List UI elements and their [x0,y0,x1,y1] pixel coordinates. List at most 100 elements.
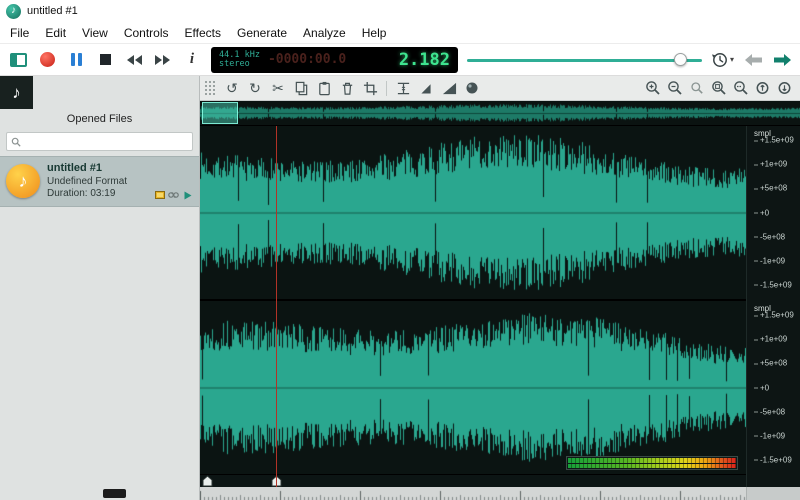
pause-button[interactable] [66,50,86,70]
toolbar-separator [386,80,387,96]
channel-1-waveform[interactable] [200,126,746,299]
menu-view[interactable]: View [74,23,116,43]
file-meta: untitled #1 Undefined Format Duration: 0… [47,162,147,201]
playback-cursor[interactable] [276,126,277,487]
zoom-all-button[interactable] [709,78,729,98]
zoom-toolbar-group [643,78,795,98]
level-meter [566,456,738,470]
record-button[interactable] [37,50,57,70]
menu-analyze[interactable]: Analyze [295,23,354,43]
record-icon [39,52,55,67]
file-search-box[interactable] [6,132,193,151]
overview-waveform[interactable] [200,101,800,125]
sidebar-panel-icon [9,52,27,67]
menu-effects[interactable]: Effects [177,23,229,43]
volume-knob[interactable] [673,52,687,66]
nav-back-button[interactable] [743,50,763,70]
main-area: ♪ Opened Files ♪ untitled #1 Undefined F… [0,76,800,500]
file-list-item-selected[interactable]: ♪ untitled #1 Undefined Format Duration:… [0,156,199,207]
file-search-input[interactable] [25,136,188,147]
normalize-icon [442,82,456,94]
lcd-time-dim: -0000:00.0 [267,52,347,67]
files-panel-icon[interactable]: ♪ [0,76,33,109]
scale-tick-label: -1.5e+09 [754,455,792,464]
trim-icon [397,82,409,94]
menu-file[interactable]: File [2,23,37,43]
scale-tick-label: -1e+09 [754,256,785,265]
fast-forward-icon [155,54,170,65]
menu-generate[interactable]: Generate [229,23,295,43]
zoom-selection-icon [734,81,748,95]
zoom-in-button[interactable] [643,78,663,98]
fade-icon: ◢ [421,81,431,95]
cut-button[interactable]: ✂ [268,78,288,98]
fast-forward-button[interactable] [153,50,173,70]
undo-icon: ↺ [226,80,238,96]
zoom-normal-button[interactable] [687,78,707,98]
scale-tick-label: +0 [754,208,769,217]
toolbar-grip-handle[interactable] [205,81,215,95]
zoom-vertical-out-button[interactable] [775,78,795,98]
opened-files-panel: ♪ Opened Files ♪ untitled #1 Undefined F… [0,76,200,500]
menu-controls[interactable]: Controls [116,23,177,43]
undo-button[interactable]: ↺ [222,78,242,98]
opened-files-header: Opened Files [66,113,133,125]
volume-track [467,58,702,62]
trim-button[interactable] [393,78,413,98]
file-note-icon: ♪ [6,164,40,199]
zoom-in-icon [646,81,660,95]
nav-forward-button[interactable] [772,50,792,70]
scale-tick-label: +1.5e+09 [754,311,794,320]
overview-view-region[interactable] [202,102,238,124]
scale-tick-label: +5e+08 [754,359,787,368]
volume-slider[interactable] [467,50,702,70]
zoom-selection-button[interactable] [731,78,751,98]
level-meter-right [568,463,736,468]
file-mini-icons [154,190,193,201]
fade-button[interactable]: ◢ [416,78,436,98]
info-button[interactable]: i [182,50,202,70]
rewind-button[interactable] [124,50,144,70]
zoom-all-icon [712,81,726,95]
effects-icon [466,82,478,94]
amplitude-scale[interactable]: smpl +1.5e+09 +1e+09 +5e+08 +0 -5e+08 -1e+09 -1… [746,126,800,487]
menu-edit[interactable]: Edit [37,23,74,43]
menu-help[interactable]: Help [354,23,395,43]
start-marker[interactable] [202,475,213,487]
stop-icon [99,54,111,65]
paste-button[interactable] [314,78,334,98]
history-control[interactable]: ▾ [711,51,734,69]
search-icon [11,137,21,147]
zoom-out-button[interactable] [665,78,685,98]
channel-2-waveform[interactable] [200,301,746,474]
menu-bar: File Edit View Controls Effects Generate… [0,22,800,44]
overview-strip[interactable] [200,101,800,126]
edit-toolbar: ↺ ↻ ✂ ◢ [200,76,800,101]
normalize-button[interactable] [439,78,459,98]
ruler-corner [746,487,800,500]
crop-button[interactable] [360,78,380,98]
file-list-empty-area [0,207,199,500]
stop-button[interactable] [95,50,115,70]
window-title: untitled #1 [27,5,78,17]
file-duration: Duration: 03:19 [47,188,116,200]
delete-button[interactable] [337,78,357,98]
scale-tick-label: -5e+08 [754,407,785,416]
note-icon: ♪ [11,5,16,16]
transport-toolbar: i 44.1 kHz stereo -0000:00.0 2.182 ▾ [0,44,800,76]
scale-tick-label: +1.5e+09 [754,136,794,145]
toggle-sidebar-button[interactable] [8,50,28,70]
file-format: Undefined Format [47,175,128,187]
lcd-display: 44.1 kHz stereo -0000:00.0 2.182 [211,46,458,73]
zoom-vertical-in-button[interactable] [753,78,773,98]
sidebar-scrollbar-thumb[interactable] [103,489,126,498]
time-ruler[interactable] [200,487,746,500]
copy-button[interactable] [291,78,311,98]
redo-button[interactable]: ↻ [245,78,265,98]
effects-button[interactable] [462,78,482,98]
sidebar-top-row: ♪ [0,76,199,109]
zoom-normal-icon [691,82,703,94]
time-ruler-row [200,487,800,500]
marker-strip[interactable] [200,474,746,487]
scale-tick-label: +1e+09 [754,160,787,169]
